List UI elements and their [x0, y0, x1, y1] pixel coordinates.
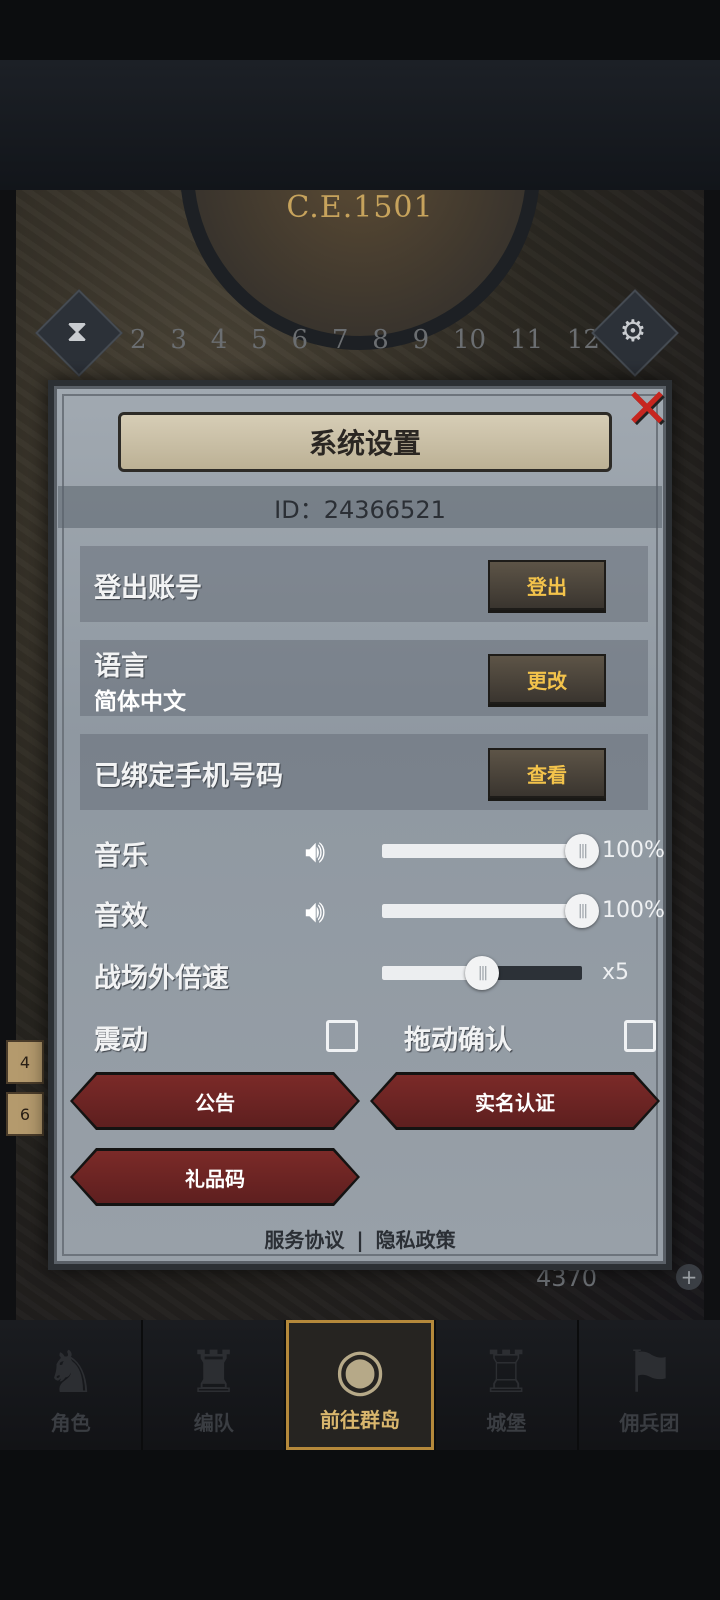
language-value: 简体中文: [94, 689, 186, 715]
logout-row: 登出账号 登出: [80, 546, 648, 622]
close-icon[interactable]: ✕: [618, 380, 676, 438]
nav-label: 前往群岛: [320, 1408, 400, 1432]
speed-slider[interactable]: |||: [382, 956, 582, 990]
nav-item-formation[interactable]: ♜ 编队: [143, 1320, 284, 1450]
player-id: ID：24366521: [58, 486, 662, 528]
logout-button[interactable]: 登出: [488, 560, 606, 610]
dial-number: 7: [331, 325, 349, 355]
gear-icon: ⚙: [619, 313, 647, 349]
vibration-checkbox[interactable]: [326, 1020, 358, 1052]
notice-button[interactable]: 公告: [73, 1075, 357, 1127]
sfx-slider[interactable]: |||: [382, 894, 599, 928]
nav-item-mercenary[interactable]: ⚑ 佣兵团: [579, 1320, 720, 1450]
hourglass-icon: ⧗: [66, 313, 88, 349]
realname-button[interactable]: 实名认证: [373, 1075, 657, 1127]
drag-confirm-checkbox[interactable]: [624, 1020, 656, 1052]
music-slider[interactable]: |||: [382, 834, 599, 868]
sfx-value: 100%: [602, 898, 665, 923]
nav-label: 城堡: [486, 1411, 527, 1435]
gift-code-button[interactable]: 礼品码: [73, 1151, 357, 1203]
speed-value: x5: [602, 960, 630, 985]
dial-number: 8: [372, 325, 389, 355]
speaker-icon[interactable]: 🔊︎: [305, 892, 349, 932]
music-label: 音乐: [94, 841, 148, 872]
music-slider-knob[interactable]: |||: [565, 834, 599, 868]
dialog-title: 系统设置: [118, 412, 612, 472]
bottom-nav: ♞ 角色 ♜ 编队 ◉ 前往群岛 ♖ 城堡 ⚑ 佣兵团: [0, 1320, 720, 1450]
nav-label: 角色: [50, 1411, 91, 1435]
knight-helmet-icon: ♞: [44, 1338, 97, 1406]
side-tab[interactable]: 4: [6, 1040, 44, 1084]
dial-number: 6: [291, 325, 309, 355]
armored-knight-icon: ♜: [187, 1338, 240, 1406]
speed-slider-knob[interactable]: |||: [465, 956, 499, 990]
top-band: [0, 60, 720, 190]
speaker-icon[interactable]: 🔊︎: [305, 832, 349, 872]
speed-label: 战场外倍速: [94, 963, 229, 994]
language-label: 语言: [94, 651, 148, 682]
castle-icon: ♖: [480, 1338, 533, 1406]
phone-row: 已绑定手机号码 查看: [80, 734, 648, 810]
dial-number: 3: [170, 325, 187, 355]
nav-item-character[interactable]: ♞ 角色: [0, 1320, 141, 1450]
music-slider-fill: [382, 844, 582, 858]
sfx-slider-fill: [382, 904, 582, 918]
dial-number: 10: [453, 325, 487, 355]
service-agreement-link[interactable]: 服务协议: [264, 1228, 344, 1252]
compass-icon: ◉: [334, 1335, 386, 1403]
dial-number: 11: [509, 325, 544, 355]
banner-icon: ⚑: [623, 1338, 676, 1406]
privacy-policy-link[interactable]: 隐私政策: [376, 1228, 456, 1252]
logout-label: 登出账号: [94, 573, 202, 604]
drag-confirm-label: 拖动确认: [404, 1025, 512, 1056]
add-resource-button[interactable]: +: [676, 1264, 702, 1290]
view-phone-button[interactable]: 查看: [488, 748, 606, 798]
link-divider: |: [356, 1228, 364, 1252]
vibration-label: 震动: [94, 1025, 148, 1056]
change-language-button[interactable]: 更改: [488, 654, 606, 704]
side-tab[interactable]: 6: [6, 1092, 44, 1136]
year-label: C.E.1501: [286, 190, 434, 225]
sfx-slider-knob[interactable]: |||: [565, 894, 599, 928]
music-value: 100%: [602, 838, 665, 863]
dial-number: 9: [412, 325, 430, 355]
nav-label: 编队: [193, 1411, 234, 1435]
dial-number: 2: [130, 325, 147, 355]
sfx-label: 音效: [94, 901, 148, 932]
nav-label: 佣兵团: [619, 1411, 680, 1435]
dial-number: 4: [210, 325, 228, 355]
dial-numbers: 2 3 4 5 6 7 8 9 10 11 12: [130, 325, 600, 355]
legal-links: 服务协议 | 隐私政策: [0, 1224, 720, 1253]
nav-item-castle[interactable]: ♖ 城堡: [436, 1320, 577, 1450]
nav-item-islands[interactable]: ◉ 前往群岛: [286, 1320, 434, 1450]
dial-number: 5: [251, 325, 268, 355]
phone-label: 已绑定手机号码: [94, 761, 283, 792]
language-row: 语言 简体中文 更改: [80, 640, 648, 716]
